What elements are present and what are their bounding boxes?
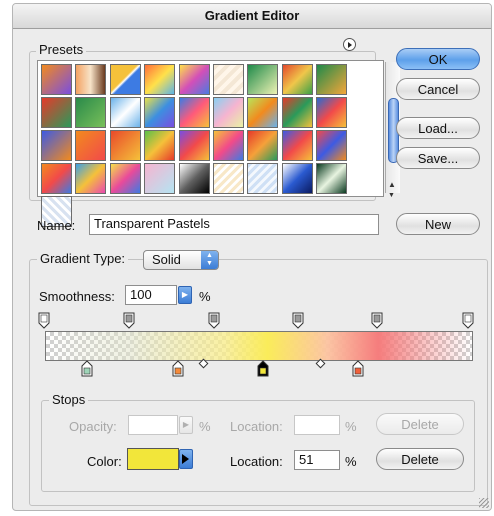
smoothness-unit: % <box>199 289 211 304</box>
gradient-type-value: Solid <box>152 252 181 267</box>
preset-swatch[interactable] <box>213 97 244 128</box>
preset-swatch[interactable] <box>316 97 348 128</box>
name-label: Name: <box>37 218 76 233</box>
preset-swatch[interactable] <box>144 163 176 194</box>
preset-swatch[interactable] <box>178 163 210 194</box>
load-button[interactable]: Load... <box>396 117 480 139</box>
opacity-unit: % <box>199 419 211 434</box>
scroll-up-icon[interactable]: ▲ <box>388 180 396 189</box>
color-location-label: Location: <box>230 454 283 469</box>
color-stop[interactable] <box>257 360 269 382</box>
resize-grip-icon[interactable] <box>479 498 489 508</box>
preset-swatch[interactable] <box>178 130 210 161</box>
preset-swatch[interactable] <box>75 64 107 95</box>
preset-swatch[interactable] <box>109 130 141 161</box>
preset-swatch[interactable] <box>281 97 313 128</box>
gradient-bar[interactable] <box>45 331 473 361</box>
preset-swatch[interactable] <box>316 163 348 194</box>
opacity-location-unit: % <box>345 419 357 434</box>
preset-swatch[interactable] <box>144 64 176 95</box>
preset-swatch[interactable] <box>281 163 313 194</box>
opacity-label: Opacity: <box>69 419 117 434</box>
preset-swatch[interactable] <box>144 97 176 128</box>
presets-label: Presets <box>36 42 87 57</box>
preset-swatch[interactable] <box>75 97 107 128</box>
color-stop[interactable] <box>81 360 93 382</box>
color-swatch[interactable] <box>127 448 179 470</box>
color-location-unit: % <box>345 454 357 469</box>
preset-swatch[interactable] <box>109 163 141 194</box>
smoothness-slider-toggle[interactable]: ▶ <box>178 286 192 304</box>
select-arrows-icon: ▲ ▼ <box>201 251 218 269</box>
preset-swatch[interactable] <box>247 64 279 95</box>
triangle-right-icon <box>182 454 189 464</box>
window-title: Gradient Editor <box>13 4 491 29</box>
color-stop[interactable] <box>172 360 184 382</box>
preset-swatch[interactable] <box>109 97 141 128</box>
preset-swatch[interactable] <box>41 130 72 161</box>
smoothness-label: Smoothness: <box>39 289 115 304</box>
cancel-button[interactable]: Cancel <box>396 78 480 100</box>
preset-swatch[interactable] <box>109 64 141 95</box>
preset-swatch[interactable] <box>281 130 313 161</box>
color-label: Color: <box>87 454 122 469</box>
opacity-location-label: Location: <box>230 419 283 434</box>
preset-swatch[interactable] <box>213 163 244 194</box>
preset-swatch[interactable] <box>144 130 176 161</box>
color-delete-button[interactable]: Delete <box>376 448 464 470</box>
scroll-down-icon[interactable]: ▼ <box>388 192 395 199</box>
color-location-field[interactable]: 51 <box>294 450 340 470</box>
opacity-slider-toggle[interactable]: ▶ <box>179 416 193 434</box>
new-button[interactable]: New <box>396 213 480 235</box>
preset-swatch[interactable] <box>41 163 72 194</box>
save-button[interactable]: Save... <box>396 147 480 169</box>
preset-swatch[interactable] <box>178 97 210 128</box>
smoothness-field[interactable]: 100 <box>125 285 177 305</box>
color-picker-toggle[interactable] <box>179 449 193 469</box>
preset-swatch[interactable] <box>316 64 348 95</box>
opacity-location-field[interactable] <box>294 415 340 435</box>
gradient-editor-window: Gradient Editor Presets ▲ ▼ OK Cancel Lo… <box>12 3 492 511</box>
preset-swatch[interactable] <box>247 130 279 161</box>
gradient-type-select[interactable]: Solid ▲ ▼ <box>143 250 219 270</box>
preset-swatch[interactable] <box>247 97 279 128</box>
presets-grid: ▲ ▼ <box>37 60 400 227</box>
preset-swatch[interactable] <box>213 64 244 95</box>
color-stop[interactable] <box>352 360 364 382</box>
flyout-menu-icon[interactable] <box>343 38 356 51</box>
name-field[interactable]: Transparent Pastels <box>89 214 379 235</box>
preset-swatch[interactable] <box>213 130 244 161</box>
preset-swatch[interactable] <box>281 64 313 95</box>
preset-swatch[interactable] <box>41 97 72 128</box>
preset-swatch[interactable] <box>75 163 107 194</box>
preset-swatch[interactable] <box>41 64 72 95</box>
preset-swatch[interactable] <box>316 130 348 161</box>
preset-swatch[interactable] <box>178 64 210 95</box>
gradient-type-label: Gradient Type: <box>37 251 129 266</box>
opacity-field[interactable] <box>128 415 178 435</box>
stops-label: Stops <box>49 392 89 407</box>
preset-swatch[interactable] <box>75 130 107 161</box>
ok-button[interactable]: OK <box>396 48 480 70</box>
preset-swatch[interactable] <box>247 163 279 194</box>
opacity-delete-button[interactable]: Delete <box>376 413 464 435</box>
